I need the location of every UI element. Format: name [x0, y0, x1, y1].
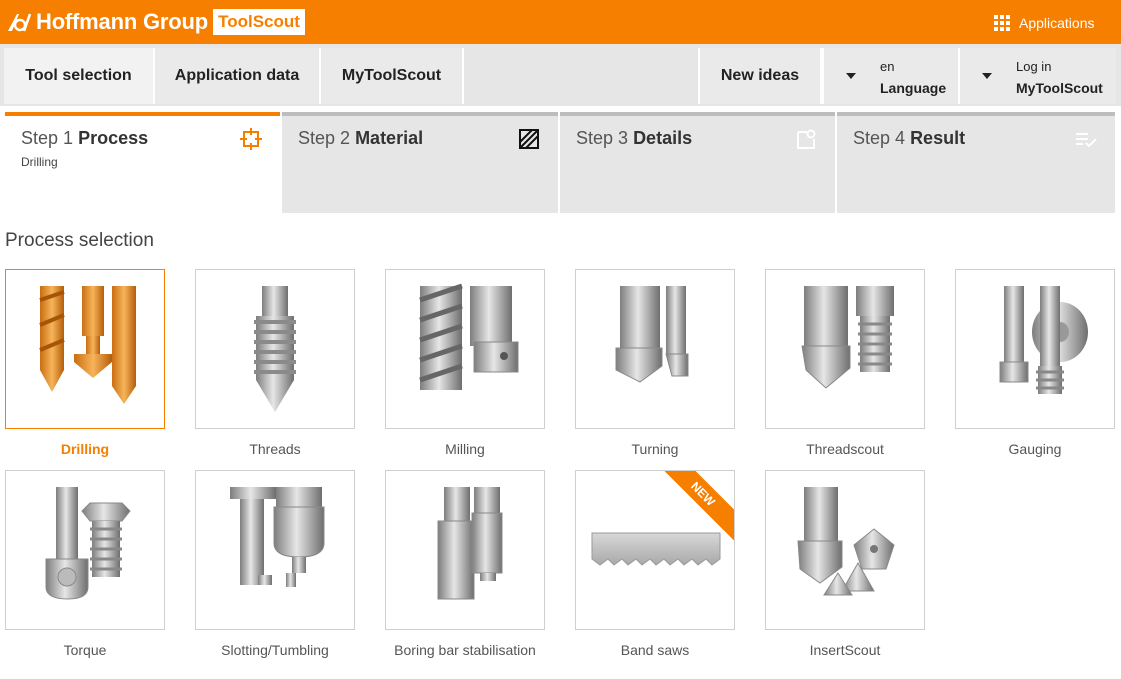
nav-new-ideas[interactable]: New ideas [698, 48, 822, 104]
process-card-turning[interactable]: Turning [575, 269, 735, 460]
process-card-threadscout[interactable]: Threadscout [765, 269, 925, 460]
language-selector[interactable]: en Language [822, 48, 958, 104]
tap-image-icon [254, 286, 296, 412]
login-line2: MyToolScout [1016, 80, 1103, 96]
step-prefix: Step 4 [853, 128, 906, 148]
language-label: Language [880, 80, 947, 96]
milling-cutter-image-icon [419, 283, 519, 390]
process-label: Gauging [1008, 441, 1062, 457]
process-label: Threads [249, 441, 301, 457]
drill-image-icon [39, 286, 136, 404]
process-label: Slotting/Tumbling [221, 642, 329, 658]
process-card-gauging[interactable]: Gauging [955, 269, 1115, 460]
crosshair-square-icon [240, 128, 262, 150]
process-label: Torque [63, 642, 107, 658]
applications-menu[interactable]: Applications [994, 12, 1095, 34]
slotting-tool-image-icon [230, 487, 325, 587]
process-label: Drilling [60, 441, 110, 457]
chevron-down-icon [846, 73, 856, 79]
step-name: Process [78, 128, 149, 148]
insert-image-icon [797, 487, 895, 596]
step-name: Details [633, 128, 693, 148]
gauge-image-icon [999, 286, 1088, 394]
process-card-drilling[interactable]: Drilling [5, 269, 165, 460]
language-code: en [880, 59, 895, 74]
process-card-band-saws[interactable]: NEW Band saws [575, 470, 735, 661]
hoffmann-logo[interactable]: Hoffmann Group [6, 7, 208, 37]
chevron-down-icon [982, 73, 992, 79]
process-selection-title: Process selection [5, 230, 154, 251]
top-bar: Hoffmann Group ToolScout Applications [0, 0, 1121, 44]
step-details[interactable]: Step 3 Details [560, 112, 835, 213]
process-card-milling[interactable]: Milling [385, 269, 545, 460]
process-label: InsertScout [809, 642, 881, 658]
nav-mytoolscout[interactable]: MyToolScout [321, 48, 464, 104]
step-name: Result [910, 128, 966, 148]
process-label: Milling [445, 441, 485, 457]
step-name: Material [355, 128, 424, 148]
brand-name: Hoffmann Group [36, 9, 208, 34]
nav-application-data[interactable]: Application data [155, 48, 321, 104]
document-search-icon [797, 129, 816, 149]
step-prefix: Step 3 [576, 128, 629, 148]
login-line1: Log in [1016, 59, 1052, 74]
toolscout-badge[interactable]: ToolScout [213, 9, 305, 35]
boring-bar-image-icon [437, 487, 503, 600]
process-label: Boring bar stabilisation [394, 642, 536, 658]
process-label: Band saws [620, 642, 690, 658]
main-nav: Tool selection Application data MyToolSc… [0, 44, 1121, 106]
process-card-boring-bar-stabilisation[interactable]: Boring bar stabilisation [385, 470, 545, 661]
step-prefix: Step 2 [298, 128, 351, 148]
step-prefix: Step 1 [21, 128, 74, 148]
apps-grid-icon [994, 15, 1010, 31]
torque-wrench-image-icon [45, 487, 131, 600]
hatched-square-icon [519, 129, 539, 149]
process-card-torque[interactable]: Torque [5, 470, 165, 661]
step-material[interactable]: Step 2 Material [282, 112, 558, 213]
process-card-insertscout[interactable]: InsertScout [765, 470, 925, 661]
list-check-icon [1076, 133, 1097, 148]
turning-tool-image-icon [615, 286, 689, 383]
step-result[interactable]: Step 4 Result [837, 112, 1115, 213]
step-subtitle: Drilling [21, 155, 58, 169]
threading-tool-image-icon [801, 286, 894, 389]
process-label: Turning [631, 441, 679, 457]
applications-label: Applications [1019, 15, 1095, 31]
nav-tool-selection[interactable]: Tool selection [4, 48, 155, 104]
process-card-threads[interactable]: Threads [195, 269, 355, 460]
hoffmann-logo-icon [8, 13, 32, 32]
process-card-slotting-tumbling[interactable]: Slotting/Tumbling [195, 470, 355, 661]
step-bar: Step 1 Process Drilling Step 2 Material … [0, 112, 1121, 214]
process-label: Threadscout [806, 441, 884, 457]
login-menu[interactable]: Log in MyToolScout [958, 48, 1116, 104]
step-process[interactable]: Step 1 Process Drilling [5, 112, 280, 213]
